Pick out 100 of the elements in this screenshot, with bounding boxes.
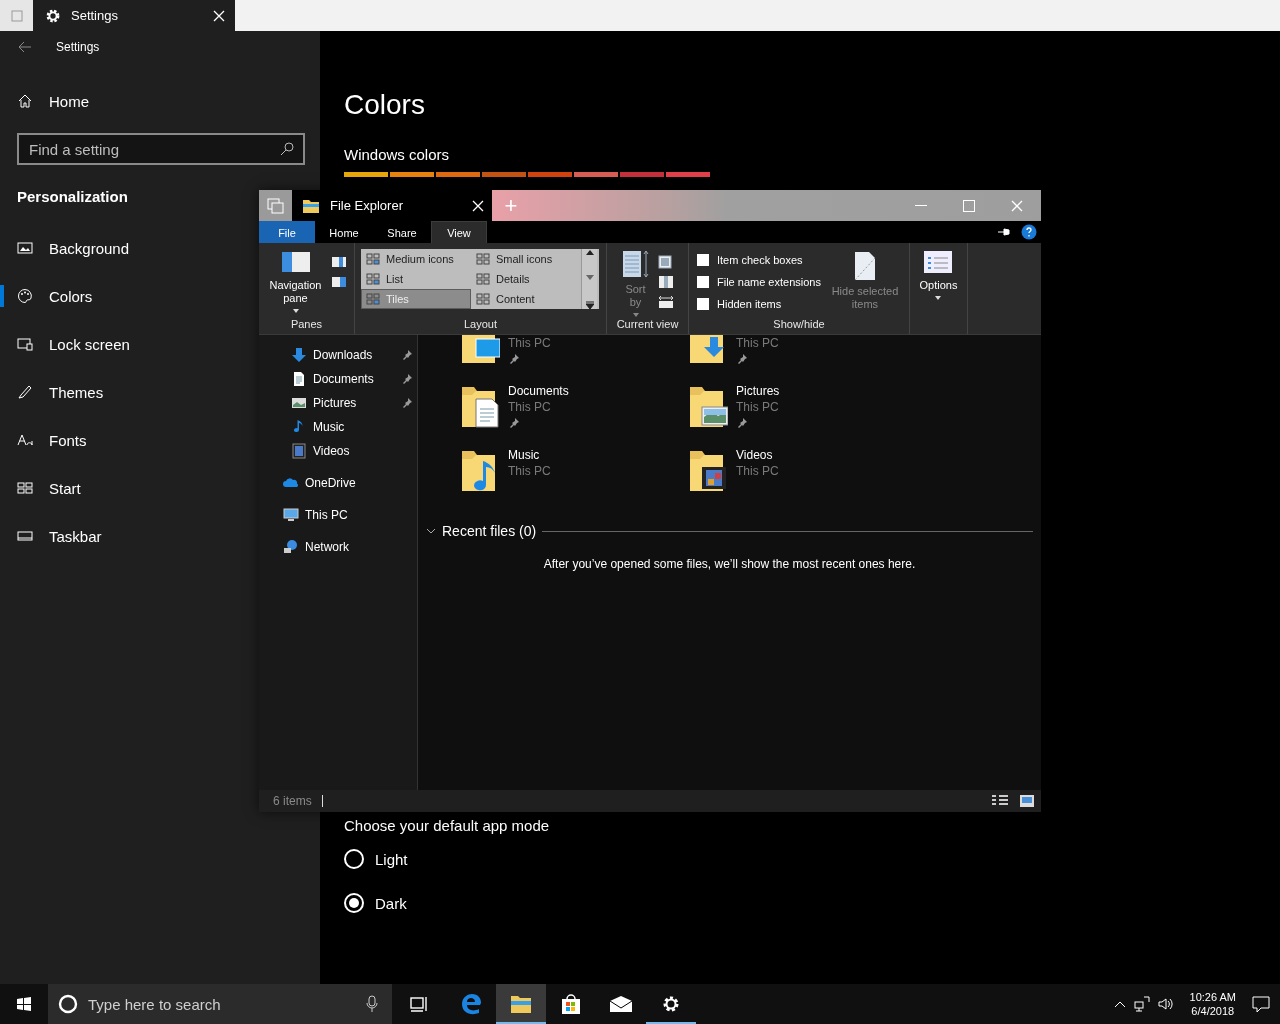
section-heading[interactable]: Recent files (0) [442, 523, 537, 539]
explorer-tab[interactable]: File Explorer [292, 190, 492, 221]
nav-item[interactable]: Pictures [259, 391, 417, 415]
tile-name: Documents [508, 383, 569, 399]
layout-option[interactable]: Small icons [471, 249, 581, 269]
sidebar-item[interactable]: Taskbar [0, 512, 230, 560]
options-button[interactable]: Options [919, 249, 958, 300]
details-view-icon[interactable] [991, 794, 1009, 808]
help-icon[interactable] [1021, 224, 1037, 240]
back-arrow-icon[interactable] [18, 41, 32, 53]
sidebar-item[interactable]: Lock screen [0, 320, 230, 368]
ribbon-tab[interactable]: File [259, 221, 315, 243]
size-columns-icon[interactable] [656, 295, 675, 309]
home-icon [17, 93, 33, 109]
taskbar-search-field[interactable]: Type here to search [48, 984, 392, 1024]
nav-label: OneDrive [305, 476, 357, 490]
speaker-icon[interactable] [1157, 996, 1174, 1012]
settings-icon[interactable] [661, 994, 681, 1014]
color-swatch[interactable] [528, 172, 572, 177]
scroll-down-icon[interactable] [585, 275, 594, 281]
details-pane-icon[interactable] [330, 275, 347, 289]
sidebar-item[interactable]: Themes [0, 368, 230, 416]
ribbon-tab[interactable]: Home [315, 221, 373, 243]
shopping-bag-icon[interactable] [561, 993, 581, 1015]
folder-tile[interactable]: Documents This PC [460, 379, 688, 443]
color-swatch[interactable] [344, 172, 388, 177]
taskbar-app-button[interactable] [496, 984, 546, 1024]
nav-label: Network [305, 540, 350, 554]
ribbon-tab[interactable]: View [431, 221, 487, 243]
microphone-icon[interactable] [366, 995, 378, 1013]
layout-option[interactable]: List [361, 269, 471, 289]
caret-icon [292, 309, 299, 313]
nav-item[interactable]: Music [259, 415, 417, 439]
checkbox[interactable] [697, 254, 709, 266]
pin-icon [401, 373, 413, 385]
search-icon [280, 142, 294, 156]
notification-icon[interactable] [1252, 995, 1270, 1013]
checkbox-label: Item check boxes [717, 254, 803, 266]
color-swatch[interactable] [666, 172, 710, 177]
monitor-icon [283, 507, 299, 523]
pane-layout-icon [280, 249, 311, 275]
envelope-icon[interactable] [609, 995, 633, 1013]
sidebar-item[interactable]: Background [0, 224, 230, 272]
layout-option[interactable]: Content [471, 289, 581, 309]
nav-item[interactable]: This PC [259, 503, 417, 527]
document-icon [291, 371, 307, 387]
group-label: Panes [289, 318, 324, 332]
expand-gallery-icon[interactable] [585, 301, 594, 309]
close-icon[interactable] [213, 9, 225, 22]
nav-item[interactable]: Downloads [259, 343, 417, 367]
color-swatch[interactable] [482, 172, 526, 177]
checkbox[interactable] [697, 298, 709, 310]
folder-tile[interactable]: Videos This PC [688, 443, 916, 507]
navigation-pane-button[interactable]: Navigation pane [266, 249, 325, 313]
sidebar-item[interactable]: Fonts [0, 416, 230, 464]
folder-tile[interactable]: Music This PC [460, 443, 688, 507]
pin-icon [401, 349, 413, 361]
radio-button[interactable] [344, 893, 364, 913]
large-icons-view-icon[interactable] [1019, 794, 1035, 808]
settings-tab[interactable]: Settings [33, 0, 235, 31]
nav-item[interactable]: Documents [259, 367, 417, 391]
pin-icon[interactable] [997, 227, 1011, 237]
ribbon-tab[interactable]: Share [373, 221, 431, 243]
caret-icon [632, 313, 639, 317]
nav-item[interactable]: Videos [259, 439, 417, 463]
start-grid-icon [17, 480, 33, 496]
folder-tile[interactable]: Pictures This PC [688, 379, 916, 443]
view-layout-icon [366, 293, 380, 305]
folder-tile[interactable]: This PC [460, 335, 688, 379]
preview-pane-icon[interactable] [330, 255, 347, 269]
page-title: Colors [344, 88, 426, 122]
scroll-up-icon[interactable] [585, 249, 594, 255]
windows-logo-icon [16, 996, 32, 1012]
task-view-icon[interactable] [410, 996, 428, 1012]
chevron-icon[interactable] [426, 527, 436, 535]
group-label: Current view [615, 318, 680, 332]
chevron-up-icon[interactable] [1113, 1000, 1126, 1008]
group-by-icon[interactable] [656, 255, 675, 269]
tile-location: This PC [736, 463, 779, 479]
clock[interactable]: 10:26 AM 6/4/2018 [1181, 990, 1244, 1018]
color-swatch[interactable] [620, 172, 664, 177]
add-columns-icon[interactable] [656, 275, 675, 289]
folder-icon[interactable] [510, 994, 532, 1014]
radio-button[interactable] [344, 849, 364, 869]
nav-item[interactable]: Network [259, 535, 417, 559]
layout-option[interactable]: Medium icons [361, 249, 471, 269]
layout-option[interactable]: Details [471, 269, 581, 289]
home-nav-item[interactable]: Home [0, 77, 230, 125]
search-field[interactable]: Find a setting [17, 133, 305, 165]
color-swatch[interactable] [436, 172, 480, 177]
radio-label: Dark [375, 894, 407, 912]
network-icon[interactable] [1133, 996, 1150, 1012]
checkbox[interactable] [697, 276, 709, 288]
folder-tile[interactable]: This PC [688, 335, 916, 379]
edge-browser-icon[interactable] [460, 993, 482, 1015]
sidebar-item[interactable]: Start [0, 464, 230, 512]
color-swatch[interactable] [390, 172, 434, 177]
color-swatch[interactable] [574, 172, 618, 177]
close-icon[interactable] [472, 199, 484, 212]
nav-item[interactable]: OneDrive [259, 471, 417, 495]
